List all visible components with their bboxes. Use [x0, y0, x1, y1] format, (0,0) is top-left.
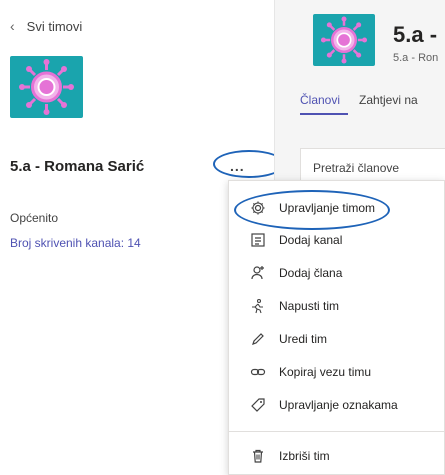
virus-icon	[19, 59, 74, 115]
tab-members[interactable]: Članovi	[300, 93, 340, 107]
chevron-left-icon: ‹	[10, 18, 15, 34]
virus-icon	[320, 16, 368, 64]
menu-item-label: Dodaj kanal	[279, 233, 343, 247]
pencil-icon	[249, 330, 267, 348]
menu-item-label: Kopiraj vezu timu	[279, 365, 372, 379]
menu-item-edit-team[interactable]: Uredi tim	[229, 322, 445, 356]
menu-item-delete-team[interactable]: Izbriši tim	[229, 439, 445, 473]
link-icon	[249, 363, 267, 381]
team-name: 5.a - Romana Sarić	[10, 158, 145, 175]
add-person-icon	[249, 264, 267, 282]
menu-item-leave-team[interactable]: Napusti tim	[229, 289, 445, 323]
header-subtitle: 5.a - Ron	[393, 52, 439, 64]
team-avatar	[10, 56, 83, 118]
menu-item-manage-tags[interactable]: Upravljanje oznakama	[229, 388, 445, 422]
trash-icon	[249, 447, 267, 465]
general-channel[interactable]: Općenito	[10, 211, 58, 225]
menu-item-label: Uredi tim	[279, 332, 328, 346]
menu-item-label: Upravljanje oznakama	[279, 398, 398, 412]
header-team-avatar	[313, 14, 375, 66]
menu-item-label: Napusti tim	[279, 299, 340, 313]
tag-icon	[249, 396, 267, 414]
leave-icon	[249, 297, 267, 315]
menu-item-copy-link[interactable]: Kopiraj vezu timu	[229, 355, 445, 389]
search-placeholder: Pretraži članove	[313, 161, 400, 175]
back-to-all-teams-link[interactable]: ‹ Svi timovi	[10, 18, 82, 34]
tab-requests[interactable]: Zahtjevi na	[359, 93, 418, 107]
manage-team-highlight	[234, 190, 390, 230]
menu-item-label: Dodaj člana	[279, 266, 343, 280]
menu-item-add-member[interactable]: Dodaj člana	[229, 256, 445, 290]
channel-icon	[249, 231, 267, 249]
menu-divider	[229, 431, 445, 432]
menu-item-label: Izbriši tim	[279, 449, 330, 463]
header-title: 5.a -	[393, 22, 438, 47]
back-label: Svi timovi	[26, 18, 83, 34]
active-tab-indicator	[300, 113, 348, 115]
hidden-channels-link[interactable]: Broj skrivenih kanala: 14	[10, 236, 141, 250]
